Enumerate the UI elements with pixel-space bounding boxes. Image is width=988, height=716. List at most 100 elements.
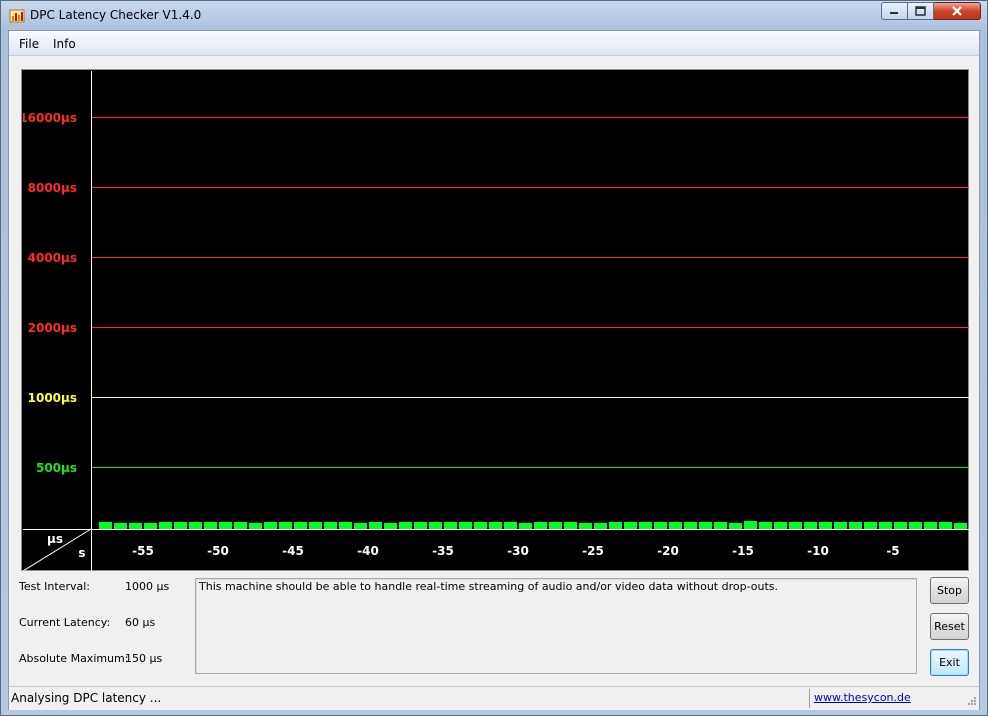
latency-bar (954, 523, 967, 529)
close-button[interactable] (934, 2, 981, 20)
app-window: DPC Latency Checker V1.4.0 File Info 160… (0, 0, 988, 716)
latency-bar (384, 523, 397, 529)
latency-bar (174, 522, 187, 529)
latency-bar (324, 522, 337, 529)
minimize-button[interactable] (881, 2, 908, 20)
x-tick-label: -25 (582, 544, 604, 558)
x-tick-label: -5 (886, 544, 899, 558)
latency-bar (939, 522, 952, 529)
latency-bar (549, 522, 562, 529)
exit-button[interactable]: Exit (930, 649, 969, 676)
latency-bar (804, 522, 817, 529)
status-bar: Analysing DPC latency ... www.thesycon.d… (9, 686, 979, 710)
latency-bar (339, 522, 352, 529)
close-icon (952, 5, 962, 16)
latency-bar (684, 522, 697, 529)
latency-bar (894, 522, 907, 529)
latency-bar (399, 522, 412, 529)
caption-buttons (881, 2, 981, 21)
latency-bar (129, 523, 142, 529)
minimize-icon (890, 12, 898, 14)
window-title: DPC Latency Checker V1.4.0 (30, 8, 202, 22)
latency-bar (654, 522, 667, 529)
y-axis-label: 8000µs (28, 181, 77, 195)
latency-bar (159, 522, 172, 529)
x-tick-label: -15 (732, 544, 754, 558)
stat-current-latency-label: Current Latency: (19, 616, 111, 629)
status-text: Analysing DPC latency ... (11, 691, 162, 705)
y-axis-label: 500µs (36, 461, 77, 475)
x-tick-label: -20 (657, 544, 679, 558)
latency-graph-canvas: 16000µs 8000µs 4000µs 2000µs 1000µs 500µs µs s -… (23, 71, 969, 571)
latency-bar (474, 522, 487, 529)
latency-bar (579, 523, 592, 529)
maximize-icon (915, 6, 926, 16)
status-separator (809, 689, 810, 708)
message-box: This machine should be able to handle re… (195, 578, 917, 674)
title-bar[interactable]: DPC Latency Checker V1.4.0 (1, 1, 987, 29)
latency-bar (669, 522, 682, 529)
latency-bar (144, 523, 157, 529)
resize-grip-icon[interactable] (965, 696, 977, 708)
latency-bar (249, 523, 262, 529)
x-tick-label: -45 (282, 544, 304, 558)
latency-bar (369, 522, 382, 529)
latency-bar (594, 523, 607, 529)
stat-test-interval-value: 1000 µs (125, 580, 170, 593)
latency-bar (489, 522, 502, 529)
maximize-button[interactable] (908, 2, 934, 20)
menu-bar: File Info (9, 31, 979, 56)
latency-bar (234, 522, 247, 529)
latency-bar (714, 522, 727, 529)
latency-bar (114, 523, 127, 529)
menu-file[interactable]: File (19, 37, 39, 51)
latency-bar (879, 522, 892, 529)
latency-bar (534, 522, 547, 529)
latency-bar (444, 522, 457, 529)
stat-absolute-maximum-value: 150 µs (125, 652, 163, 665)
latency-bar (849, 522, 862, 529)
x-tick-label: -55 (132, 544, 154, 558)
latency-graph: 16000µs 8000µs 4000µs 2000µs 1000µs 500µs µs s -… (21, 69, 969, 571)
stat-absolute-maximum-label: Absolute Maximum: (19, 652, 129, 665)
app-bar-chart-icon (9, 9, 25, 23)
latency-bar (834, 522, 847, 529)
latency-bar (309, 522, 322, 529)
latency-bar (729, 523, 742, 529)
latency-bar (354, 523, 367, 529)
latency-bar (819, 522, 832, 529)
message-text: This machine should be able to handle re… (199, 580, 778, 593)
latency-bar (519, 523, 532, 529)
stat-current-latency-value: 60 µs (125, 616, 156, 629)
y-axis-label: 2000µs (28, 321, 77, 335)
latency-bar (219, 522, 232, 529)
latency-bar (759, 522, 772, 529)
latency-bar (609, 522, 622, 529)
reset-button[interactable]: Reset (930, 613, 969, 640)
x-tick-label: -10 (807, 544, 829, 558)
y-unit-label: µs (47, 532, 63, 546)
latency-bar (189, 522, 202, 529)
latency-bar (504, 522, 517, 529)
latency-bar (294, 522, 307, 529)
latency-bar (864, 522, 877, 529)
x-tick-label: -35 (432, 544, 454, 558)
stop-button[interactable]: Stop (930, 577, 969, 604)
y-axis-label: 16000µs (23, 111, 77, 125)
latency-bar (699, 522, 712, 529)
latency-bar (744, 521, 757, 529)
x-tick-label: -30 (507, 544, 529, 558)
y-axis-label: 1000µs (28, 391, 77, 405)
latency-bar (924, 522, 937, 529)
y-axis-label: 4000µs (28, 251, 77, 265)
latency-bar (279, 522, 292, 529)
stat-test-interval-label: Test Interval: (19, 580, 90, 593)
latency-bar (789, 522, 802, 529)
x-tick-label: -50 (207, 544, 229, 558)
latency-bar (429, 522, 442, 529)
latency-bar (624, 522, 637, 529)
website-link[interactable]: www.thesycon.de (814, 691, 911, 704)
latency-bar (264, 522, 277, 529)
latency-bar (459, 522, 472, 529)
menu-info[interactable]: Info (53, 37, 76, 51)
